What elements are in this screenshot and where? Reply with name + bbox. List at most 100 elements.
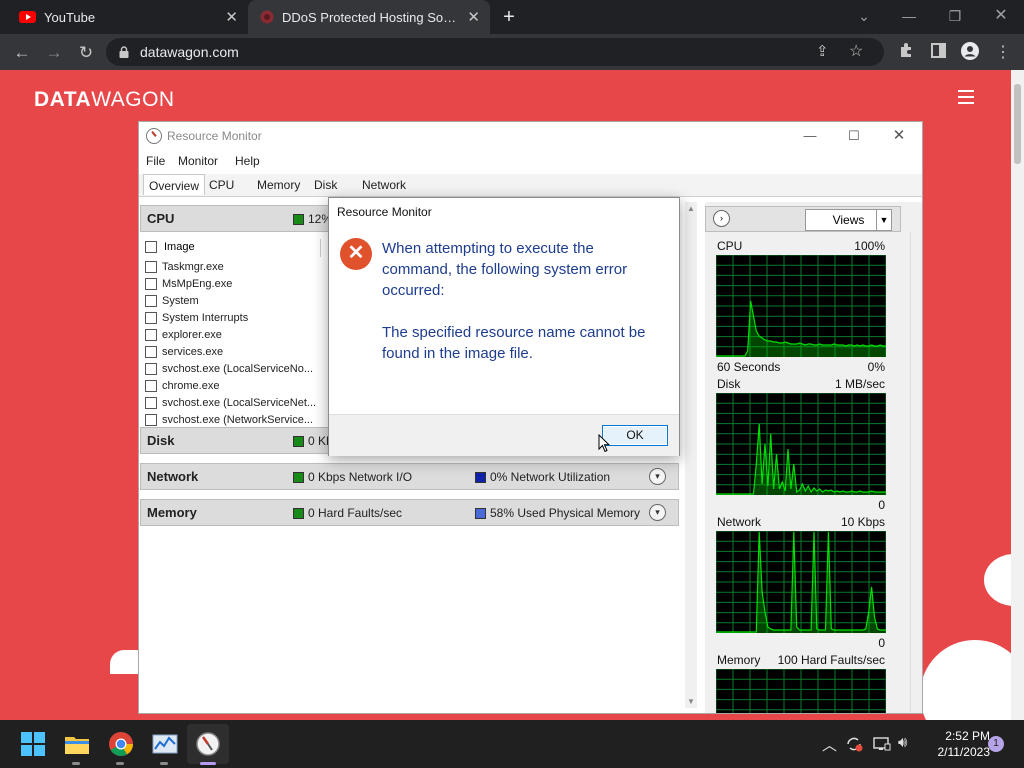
show-hidden-icons-chevron-icon[interactable]: ︿ bbox=[822, 734, 837, 755]
side-panel-icon[interactable] bbox=[927, 42, 949, 64]
process-checkbox[interactable] bbox=[145, 414, 157, 426]
process-checkbox[interactable] bbox=[145, 363, 157, 375]
tab-cpu[interactable]: CPU bbox=[209, 178, 234, 192]
sync-warning-icon[interactable] bbox=[845, 736, 863, 752]
back-arrow-icon[interactable]: ← bbox=[11, 42, 33, 64]
dropdown-arrow-icon: ▼ bbox=[876, 210, 891, 230]
collapse-pane-arrow-icon[interactable]: › bbox=[713, 210, 730, 227]
menu-help[interactable]: Help bbox=[235, 154, 260, 168]
ok-button[interactable]: OK bbox=[602, 425, 668, 446]
error-message-line: When attempting to execute the command, … bbox=[382, 240, 628, 299]
chrome-icon[interactable] bbox=[107, 730, 135, 758]
tab-overview[interactable]: Overview bbox=[143, 174, 206, 195]
process-row[interactable]: chrome.exe bbox=[140, 378, 330, 395]
process-row[interactable]: Taskmgr.exe bbox=[140, 259, 330, 276]
expand-chevron-icon[interactable]: ▾ bbox=[649, 468, 666, 485]
cpu-graph bbox=[716, 255, 886, 357]
views-dropdown[interactable]: Views ▼ bbox=[805, 209, 892, 231]
bookmark-star-icon[interactable]: ☆ bbox=[849, 41, 863, 61]
close-tab-icon[interactable]: ✕ bbox=[467, 8, 480, 26]
process-name: MsMpEng.exe bbox=[162, 278, 233, 290]
process-checkbox[interactable] bbox=[145, 346, 157, 358]
dialog-message: When attempting to execute the command, … bbox=[382, 238, 667, 364]
running-indicator bbox=[160, 762, 168, 765]
resource-monitor-app-icon bbox=[146, 128, 162, 144]
process-checkbox[interactable] bbox=[145, 380, 157, 392]
performance-monitor-icon[interactable] bbox=[151, 730, 179, 758]
notification-badge[interactable]: 1 bbox=[988, 736, 1004, 752]
reload-icon[interactable]: ↻ bbox=[75, 42, 97, 64]
clock-time: 2:52 PM bbox=[945, 729, 990, 743]
site-logo[interactable]: DATAWAGON bbox=[34, 88, 175, 112]
close-window-icon[interactable]: ✕ bbox=[884, 126, 914, 146]
profile-avatar-icon[interactable] bbox=[959, 42, 981, 64]
restore-window-icon[interactable]: ❐ bbox=[940, 4, 970, 28]
process-checkbox[interactable] bbox=[145, 397, 157, 409]
network-section-header[interactable]: Network 0 Kbps Network I/O 0% Network Ut… bbox=[140, 463, 679, 490]
browser-tab-youtube[interactable]: YouTube ✕ bbox=[0, 0, 248, 34]
window-title: Resource Monitor bbox=[167, 129, 262, 143]
tab-title: DDoS Protected Hosting Solutions bbox=[282, 9, 458, 25]
graph-max: 1 MB/sec bbox=[834, 377, 885, 391]
process-row[interactable]: services.exe bbox=[140, 344, 330, 361]
minimize-window-icon[interactable]: — bbox=[894, 4, 924, 28]
running-indicator bbox=[116, 762, 124, 765]
address-bar[interactable]: datawagon.com ⇪ ☆ bbox=[106, 38, 884, 66]
process-row[interactable]: MsMpEng.exe bbox=[140, 276, 330, 293]
forward-arrow-icon[interactable]: → bbox=[43, 42, 65, 64]
menu-monitor[interactable]: Monitor bbox=[178, 154, 218, 168]
graph-title: Disk bbox=[717, 377, 741, 391]
close-tab-icon[interactable]: ✕ bbox=[225, 8, 238, 26]
tab-network[interactable]: Network bbox=[362, 178, 406, 192]
close-window-icon[interactable]: ✕ bbox=[986, 4, 1016, 28]
process-row[interactable]: System Interrupts bbox=[140, 310, 330, 327]
tab-search-chevron-icon[interactable]: ⌄ bbox=[849, 4, 879, 28]
process-row[interactable]: svchost.exe (LocalServiceNet... bbox=[140, 395, 330, 412]
file-explorer-icon[interactable] bbox=[63, 730, 91, 758]
dialog-title: Resource Monitor bbox=[337, 205, 432, 219]
tab-disk[interactable]: Disk bbox=[314, 178, 337, 192]
datawagon-favicon-icon bbox=[260, 10, 274, 24]
share-icon[interactable]: ⇪ bbox=[816, 42, 829, 60]
select-all-checkbox[interactable] bbox=[145, 241, 157, 253]
new-tab-button[interactable]: + bbox=[499, 6, 519, 28]
process-row[interactable]: svchost.exe (LocalServiceNo... bbox=[140, 361, 330, 378]
process-checkbox[interactable] bbox=[145, 295, 157, 307]
expand-chevron-icon[interactable]: ▾ bbox=[649, 504, 666, 521]
process-name: services.exe bbox=[162, 346, 224, 358]
tab-memory[interactable]: Memory bbox=[257, 178, 300, 192]
clock-date: 2/11/2023 bbox=[937, 745, 991, 759]
graph-max: 10 Kbps bbox=[840, 515, 885, 529]
resource-monitor-taskbar-icon[interactable] bbox=[194, 730, 222, 758]
memory-section-header[interactable]: Memory 0 Hard Faults/sec 58% Used Physic… bbox=[140, 499, 679, 526]
windows-start-icon[interactable] bbox=[19, 730, 47, 758]
page-scrollbar[interactable] bbox=[1011, 70, 1024, 720]
minimize-window-icon[interactable]: — bbox=[795, 126, 825, 146]
process-checkbox[interactable] bbox=[145, 261, 157, 273]
system-clock[interactable]: 2:52 PM 2/11/2023 bbox=[918, 728, 991, 760]
maximize-window-icon[interactable]: ☐ bbox=[839, 126, 869, 146]
memory-graph bbox=[716, 669, 886, 713]
process-row[interactable]: System bbox=[140, 293, 330, 310]
graphs-pane: › Views ▼ CPU 100% 60 Seconds 0% Disk 1 M… bbox=[705, 202, 922, 713]
youtube-icon bbox=[19, 11, 36, 23]
cpu-usage-stat: 12% bbox=[293, 212, 332, 226]
graphs-scrollbar[interactable] bbox=[910, 232, 921, 712]
process-list: Taskmgr.exe MsMpEng.exe System System Inter… bbox=[140, 259, 330, 449]
network-icon[interactable] bbox=[873, 736, 891, 752]
hamburger-menu-icon[interactable] bbox=[958, 90, 974, 108]
browser-menu-icon[interactable]: ⋮ bbox=[992, 42, 1014, 64]
process-row[interactable]: explorer.exe bbox=[140, 327, 330, 344]
process-name: Taskmgr.exe bbox=[162, 261, 224, 273]
error-icon: ✕ bbox=[340, 238, 372, 270]
graph-title: CPU bbox=[717, 239, 743, 253]
process-checkbox[interactable] bbox=[145, 312, 157, 324]
left-pane-scrollbar[interactable]: ▲ ▼ bbox=[685, 202, 697, 708]
browser-tab-datawagon[interactable]: DDoS Protected Hosting Solutions ✕ bbox=[248, 0, 490, 34]
extensions-puzzle-icon[interactable] bbox=[895, 42, 917, 64]
volume-icon[interactable]: 🔊︎ bbox=[898, 734, 907, 751]
mouse-cursor-icon bbox=[598, 434, 610, 453]
process-checkbox[interactable] bbox=[145, 329, 157, 341]
menu-file[interactable]: File bbox=[146, 154, 165, 168]
process-checkbox[interactable] bbox=[145, 278, 157, 290]
